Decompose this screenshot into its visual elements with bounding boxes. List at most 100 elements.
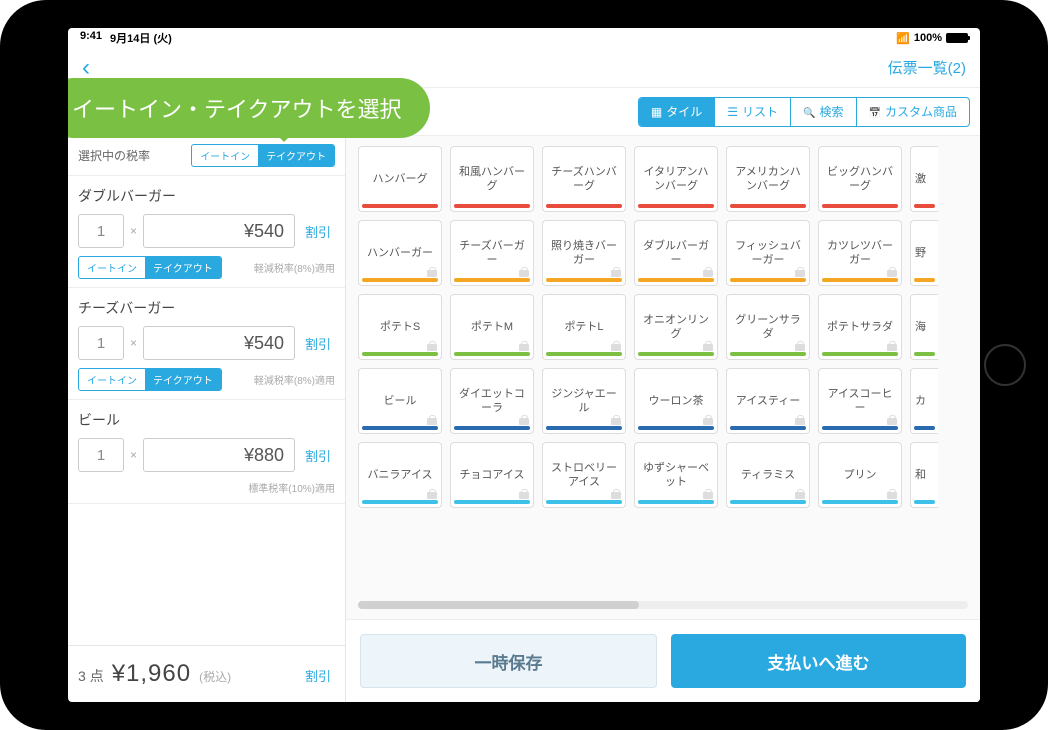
bag-icon [611,418,621,425]
tax-note: 標準税率(10%)適用 [78,480,335,495]
bag-icon [887,492,897,499]
product-tile[interactable]: 野 [910,220,938,286]
product-grid: ハンバーグ和風ハンバーグチーズハンバーグイタリアンハンバーグアメリカンハンバーグ… [358,146,980,508]
product-tile[interactable]: ポテトM [450,294,534,360]
grid-row: ハンバーガーチーズバーガー照り焼きバーガーダブルバーガーフィッシュバーガーカツレ… [358,220,980,286]
product-tile[interactable]: プリン [818,442,902,508]
product-tile[interactable]: ゆずシャーベット [634,442,718,508]
item-discount-button[interactable]: 割引 [301,446,335,465]
product-tile[interactable]: ビール [358,368,442,434]
order-item: ダブルバーガー 1 × ¥540 割引 イートイン テイクアウト 軽減税率(8%… [68,176,345,288]
product-tile[interactable]: ダブルバーガー [634,220,718,286]
tax-takeout[interactable]: テイクアウト [258,145,334,166]
seg-tile[interactable]: タイル [639,98,714,126]
tile-icon [651,105,662,119]
h-scrollbar-thumb[interactable] [358,601,639,609]
product-tile[interactable]: ポテトサラダ [818,294,902,360]
times-icon: × [130,336,137,350]
product-tile[interactable]: アイスコーヒー [818,368,902,434]
qty-input[interactable]: 1 [78,214,124,248]
product-tile[interactable]: フィッシュバーガー [726,220,810,286]
product-tile[interactable]: チーズバーガー [450,220,534,286]
bag-icon [703,344,713,351]
order-items: ダブルバーガー 1 × ¥540 割引 イートイン テイクアウト 軽減税率(8%… [68,176,345,645]
item-tax-toggle[interactable]: イートイン テイクアウト [78,368,222,391]
grid-row: バニラアイスチョコアイスストロベリーアイスゆずシャーベットティラミスプリン和 [358,442,980,508]
product-tile[interactable]: ウーロン茶 [634,368,718,434]
product-tile[interactable]: ダイエットコーラ [450,368,534,434]
item-name: チーズバーガー [78,298,335,318]
tablet-frame: イートイン・テイクアウトを選択 9:41 9月14日 (火) 📶 100% 伝票… [0,0,1048,730]
price-input[interactable]: ¥540 [143,326,295,360]
product-tile[interactable]: ジンジャエール [542,368,626,434]
total-discount-button[interactable]: 割引 [301,666,335,685]
wifi-icon: 📶 [896,32,910,45]
qty-input[interactable]: 1 [78,438,124,472]
product-tile[interactable]: ポテトS [358,294,442,360]
bag-icon [611,492,621,499]
product-tile[interactable]: カツレツバーガー [818,220,902,286]
product-tile[interactable]: ビッグハンバーグ [818,146,902,212]
product-tile[interactable]: 海 [910,294,938,360]
item-name: ビール [78,410,335,430]
product-tile[interactable]: ポテトL [542,294,626,360]
product-panel: ハンバーグ和風ハンバーグチーズハンバーグイタリアンハンバーグアメリカンハンバーグ… [346,136,980,702]
pay-button[interactable]: 支払いへ進む [671,634,966,688]
home-button[interactable] [984,344,1026,386]
search-icon [803,105,815,119]
product-tile[interactable]: カ [910,368,938,434]
item-discount-button[interactable]: 割引 [301,222,335,241]
price-input[interactable]: ¥880 [143,438,295,472]
product-tile[interactable]: 激 [910,146,938,212]
product-tile[interactable]: 和 [910,442,938,508]
product-tile[interactable]: ハンバーグ [358,146,442,212]
list-icon [727,105,738,119]
times-icon: × [130,448,137,462]
product-tile[interactable]: グリーンサラダ [726,294,810,360]
product-tile[interactable]: オニオンリング [634,294,718,360]
seg-list[interactable]: リスト [714,98,790,126]
item-name: ダブルバーガー [78,186,335,206]
action-row: 一時保存 支払いへ進む [346,619,980,702]
battery-icon [946,33,968,43]
product-tile[interactable]: アメリカンハンバーグ [726,146,810,212]
product-tile[interactable]: イタリアンハンバーグ [634,146,718,212]
seg-search[interactable]: 検索 [790,98,855,126]
product-tile[interactable]: アイスティー [726,368,810,434]
qty-input[interactable]: 1 [78,326,124,360]
item-eatin[interactable]: イートイン [79,369,145,390]
product-tile[interactable]: バニラアイス [358,442,442,508]
item-takeout[interactable]: テイクアウト [145,369,221,390]
item-eatin[interactable]: イートイン [79,257,145,278]
times-icon: × [130,224,137,238]
bag-icon [519,418,529,425]
status-date: 9月14日 (火) [110,30,172,46]
product-tile[interactable]: ティラミス [726,442,810,508]
product-tile[interactable]: チョコアイス [450,442,534,508]
tax-note: 軽減税率(8%)適用 [254,372,335,387]
product-tile[interactable]: 照り焼きバーガー [542,220,626,286]
price-input[interactable]: ¥540 [143,214,295,248]
hold-button[interactable]: 一時保存 [360,634,657,688]
seg-custom[interactable]: カスタム商品 [856,98,969,126]
item-tax-toggle[interactable]: イートイン テイクアウト [78,256,222,279]
item-discount-button[interactable]: 割引 [301,334,335,353]
product-tile[interactable]: ストロベリーアイス [542,442,626,508]
tax-toggle-global[interactable]: イートイン テイクアウト [191,144,335,167]
item-takeout[interactable]: テイクアウト [145,257,221,278]
tax-selector-row: 選択中の税率 イートイン テイクアウト [68,136,345,176]
custom-icon [869,105,881,119]
slips-link[interactable]: 伝票一覧(2) [888,57,966,78]
tax-eatin[interactable]: イートイン [192,145,258,166]
status-bar: 9:41 9月14日 (火) 📶 100% [68,28,980,48]
callout-bubble: イートイン・テイクアウトを選択 [68,78,430,138]
order-panel: 選択中の税率 イートイン テイクアウト ダブルバーガー 1 × ¥540 割引 … [68,136,346,702]
product-tile[interactable]: ハンバーガー [358,220,442,286]
product-tile[interactable]: 和風ハンバーグ [450,146,534,212]
product-grid-wrap: ハンバーグ和風ハンバーグチーズハンバーグイタリアンハンバーグアメリカンハンバーグ… [346,136,980,595]
product-tile[interactable]: チーズハンバーグ [542,146,626,212]
bag-icon [611,270,621,277]
screen: イートイン・テイクアウトを選択 9:41 9月14日 (火) 📶 100% 伝票… [68,28,980,702]
total-count: 3 点 [78,666,104,686]
h-scrollbar[interactable] [358,601,968,609]
